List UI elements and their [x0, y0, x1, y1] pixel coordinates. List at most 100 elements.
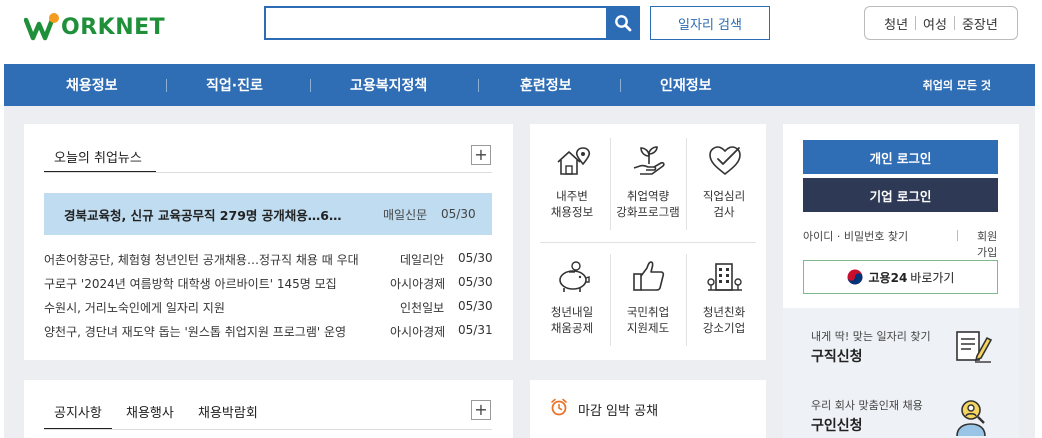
service-label-line: 취업역량 [626, 189, 670, 203]
service-label-line: 내주변 [556, 189, 588, 203]
service-youth-friendly-companies[interactable]: 청년친화 강소기업 [686, 240, 762, 350]
segment-women[interactable]: 여성 [916, 14, 954, 33]
service-label-line: 지원제도 [626, 321, 670, 335]
nav-all-about-jobs[interactable]: 취업의 모든 것 [923, 64, 991, 106]
featured-news-date: 05/30 [441, 207, 476, 221]
company-login-button[interactable]: 기업 로그인 [803, 178, 998, 212]
logo-w-mark-icon [24, 12, 60, 42]
audience-segment-group: 청년 여성 중장년 [864, 6, 1018, 40]
sprout-hand-icon [633, 146, 665, 175]
find-id-password-link[interactable]: 아이디 · 비밀번호 찾기 [803, 228, 908, 244]
news-title: 어촌어항공단, 체험형 청년인턴 공개채용…정규직 채용 때 우대 [44, 253, 359, 267]
service-label-line: 강소기업 [702, 321, 746, 335]
goyong24-brand: 고용24 [868, 270, 908, 285]
nav-item-career[interactable]: 직업·진로 [206, 64, 263, 106]
house-pin-icon [557, 147, 591, 175]
service-label: 국민취업 지원제도 [610, 304, 686, 336]
service-youth-savings[interactable]: 청년내일 채움공제 [534, 240, 610, 350]
tab-job-fairs[interactable]: 채용박람회 [198, 402, 258, 421]
service-label-line: 청년친화 [702, 305, 746, 319]
news-divider [44, 172, 492, 173]
news-more-button[interactable]: + [471, 145, 491, 165]
nav-divider [310, 79, 311, 92]
worknet-logo[interactable]: ORKNET [24, 10, 165, 44]
segment-youth[interactable]: 청년 [877, 14, 915, 33]
hire-request-panel[interactable]: 우리 회사 맞춤인재 채용 구인신청 [783, 384, 1019, 438]
header: ORKNET 일자리 검색 청년 여성 중장년 [0, 0, 1042, 64]
nav-item-welfare-policy[interactable]: 고용복지정책 [350, 64, 427, 106]
featured-news-source: 매일신문 [383, 207, 428, 222]
service-label-line: 채움공제 [550, 321, 594, 335]
person-magnifier-icon [956, 400, 986, 437]
service-label-line: 청년내일 [550, 305, 594, 319]
service-label-line: 국민취업 [626, 305, 670, 319]
service-label: 청년친화 강소기업 [686, 304, 762, 336]
segment-middle-aged[interactable]: 중장년 [955, 14, 1005, 33]
news-source: 데일리안 [400, 253, 445, 267]
plus-icon: + [474, 145, 488, 164]
goyong24-shortcut-button[interactable]: 고용24 바로가기 [803, 260, 998, 294]
search-icon [615, 15, 632, 32]
search-input[interactable] [266, 8, 606, 38]
news-list-item[interactable]: 양천구, 경단녀 재도약 돕는 '원스톱 취업지원 프로그램' 운영 아시아경제… [44, 323, 493, 343]
logo-text: ORKNET [61, 14, 166, 40]
news-date: 05/30 [458, 299, 493, 313]
document-pen-icon [956, 331, 993, 363]
goyong24-label: 바로가기 [910, 270, 955, 285]
job-request-subtitle: 내게 딱! 맞는 일자리 찾기 [811, 330, 931, 343]
signup-link[interactable]: 회원가입 [977, 228, 999, 260]
taegeuk-icon [847, 269, 863, 285]
notice-divider [44, 429, 492, 430]
service-nearby-jobs[interactable]: 내주변 채용정보 [534, 124, 610, 234]
personal-login-button[interactable]: 개인 로그인 [803, 140, 998, 174]
tab-notices[interactable]: 공지사항 [54, 402, 102, 421]
service-label: 내주변 채용정보 [534, 188, 610, 220]
service-label: 청년내일 채움공제 [534, 304, 610, 336]
hire-request-title: 구인신청 [811, 418, 863, 434]
nav-item-training[interactable]: 훈련정보 [520, 64, 572, 106]
piggy-bank-icon [559, 261, 590, 292]
news-list-item[interactable]: 어촌어항공단, 체험형 청년인턴 공개채용…정규직 채용 때 우대 데일리안 0… [44, 251, 493, 271]
news-list-item[interactable]: 구로구 '2024년 여름방학 대학생 아르바이트' 145명 모집 아시아경제… [44, 275, 493, 295]
service-label: 직업심리 검사 [686, 188, 762, 220]
tab-hiring-events[interactable]: 채용행사 [126, 402, 174, 421]
nav-divider [478, 79, 479, 92]
service-psychology-test[interactable]: 직업심리 검사 [686, 124, 762, 234]
news-card-title[interactable]: 오늘의 취업뉴스 [54, 147, 142, 166]
hire-request-subtitle: 우리 회사 맞춤인재 채용 [811, 399, 923, 412]
news-date: 05/30 [458, 275, 493, 289]
news-date: 05/30 [458, 251, 493, 265]
job-request-panel[interactable]: 내게 딱! 맞는 일자리 찾기 구직신청 [783, 308, 1019, 384]
notice-more-button[interactable]: + [471, 400, 491, 420]
nav-item-talent[interactable]: 인재정보 [660, 64, 712, 106]
news-date: 05/31 [458, 323, 493, 337]
search-button[interactable] [606, 6, 640, 40]
nav-item-jobs[interactable]: 채용정보 [66, 64, 118, 106]
news-title: 구로구 '2024년 여름방학 대학생 아르바이트' 145명 모집 [44, 277, 337, 291]
service-national-employment-support[interactable]: 국민취업 지원제도 [610, 240, 686, 350]
job-search-button[interactable]: 일자리 검색 [650, 6, 770, 40]
job-request-title: 구직신청 [811, 349, 863, 365]
main-nav: 채용정보 직업·진로 고용복지정책 훈련정보 인재정보 취업의 모든 것 [4, 64, 1035, 106]
news-source: 인천일보 [400, 301, 445, 315]
news-source: 아시아경제 [390, 325, 446, 339]
nav-divider [166, 79, 167, 92]
heart-check-icon [709, 146, 741, 176]
thumbs-up-icon [633, 261, 665, 291]
plus-icon: + [474, 400, 488, 419]
service-label-line: 검사 [713, 205, 735, 219]
search-box [264, 6, 640, 40]
link-divider [957, 230, 958, 241]
news-title: 양천구, 경단녀 재도약 돕는 '원스톱 취업지원 프로그램' 운영 [44, 325, 347, 339]
news-source: 아시아경제 [390, 277, 446, 291]
deadline-card-title[interactable]: 마감 임박 공채 [578, 400, 658, 419]
news-list-item[interactable]: 수원시, 거리노숙인에게 일자리 지원 인천일보 05/30 [44, 299, 493, 319]
service-label-line: 강화프로그램 [616, 205, 680, 219]
service-label: 취업역량 강화프로그램 [610, 188, 686, 220]
featured-news-item[interactable]: 경북교육청, 신규 교육공무직 279명 공개채용…6… 매일신문 05/30 [44, 193, 492, 235]
service-employability-program[interactable]: 취업역량 강화프로그램 [610, 124, 686, 234]
service-label-line: 채용정보 [550, 205, 594, 219]
alarm-clock-icon [551, 398, 567, 416]
building-icon [707, 263, 742, 291]
news-title: 수원시, 거리노숙인에게 일자리 지원 [44, 301, 225, 315]
